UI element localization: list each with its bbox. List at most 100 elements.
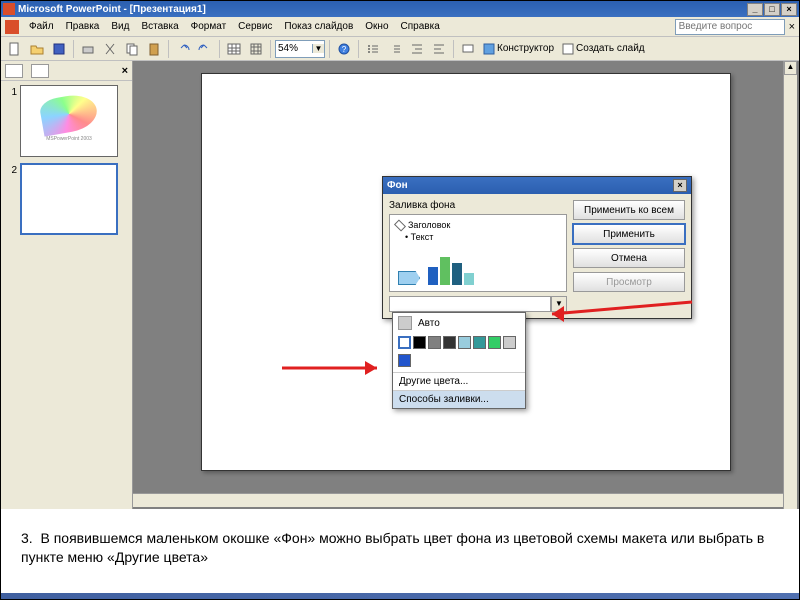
preview-title-row: Заголовок — [395, 220, 561, 230]
dialog-title-text: Фон — [387, 180, 408, 191]
menu-service[interactable]: Сервис — [232, 19, 278, 34]
dropdown-arrow-icon[interactable]: ▼ — [551, 296, 567, 312]
menu-help[interactable]: Справка — [395, 19, 446, 34]
color-swatch[interactable] — [413, 336, 426, 349]
fill-preview: Заголовок • Текст — [389, 214, 567, 292]
new-slide-button[interactable]: Создать слайд — [559, 43, 648, 55]
chart-icon — [428, 255, 474, 285]
background-dialog: Фон × Заливка фона Заголовок • Текст — [382, 176, 692, 319]
grid-icon[interactable] — [246, 39, 266, 59]
menu-view[interactable]: Вид — [105, 19, 135, 34]
minimize-button[interactable]: _ — [747, 3, 763, 16]
thumbnail-list: 1 MSPowerPoint 2003 2 — [1, 81, 132, 509]
dialog-titlebar[interactable]: Фон × — [383, 177, 691, 194]
color-swatch[interactable] — [428, 336, 441, 349]
color-swatch[interactable] — [443, 336, 456, 349]
menu-format[interactable]: Формат — [185, 19, 233, 34]
designer-button[interactable]: Конструктор — [480, 43, 557, 55]
color-swatch[interactable] — [503, 336, 516, 349]
annotation-arrow-2 — [282, 358, 392, 378]
slideshow-icon[interactable] — [458, 39, 478, 59]
menu-window[interactable]: Окно — [359, 19, 394, 34]
titlebar: Microsoft PowerPoint - [Презентация1] _ … — [1, 1, 799, 17]
vertical-scrollbar[interactable]: ▲ — [783, 61, 797, 509]
app-icon — [3, 3, 15, 15]
workspace: × 1 MSPowerPoint 2003 2 — [1, 61, 799, 509]
color-fan-icon — [38, 91, 99, 136]
preview-button[interactable]: Просмотр — [573, 272, 685, 292]
recent-colors — [393, 352, 525, 372]
arrow-shape-icon — [398, 271, 420, 285]
new-icon[interactable] — [5, 39, 25, 59]
menu-slideshow[interactable]: Показ слайдов — [278, 19, 359, 34]
print-icon[interactable] — [78, 39, 98, 59]
current-color-swatch — [389, 296, 551, 312]
preview-bullet: • Текст — [405, 232, 561, 242]
bullets-icon[interactable] — [363, 39, 383, 59]
fill-methods-item[interactable]: Способы заливки... — [393, 390, 525, 408]
color-swatch[interactable] — [398, 336, 411, 349]
more-colors-item[interactable]: Другие цвета... — [393, 372, 525, 390]
menu-file[interactable]: Файл — [23, 19, 60, 34]
color-swatch[interactable] — [473, 336, 486, 349]
thumbnail-panel: × 1 MSPowerPoint 2003 2 — [1, 61, 133, 509]
footer-stripe — [1, 593, 799, 599]
svg-text:?: ? — [342, 45, 347, 54]
color-swatch[interactable] — [398, 354, 411, 367]
menubar: Файл Правка Вид Вставка Формат Сервис По… — [1, 17, 799, 37]
help-icon[interactable]: ? — [334, 39, 354, 59]
help-search-input[interactable] — [675, 19, 785, 35]
auto-swatch-icon — [398, 316, 412, 330]
open-icon[interactable] — [27, 39, 47, 59]
thumb-caption: MSPowerPoint 2003 — [21, 136, 117, 142]
slide-canvas[interactable]: Фон × Заливка фона Заголовок • Текст — [201, 73, 731, 471]
panel-close-icon[interactable]: × — [122, 65, 128, 77]
restore-button[interactable]: □ — [764, 3, 780, 16]
undo-icon[interactable] — [173, 39, 193, 59]
slide-frame: Microsoft PowerPoint - [Презентация1] _ … — [0, 0, 800, 600]
paste-icon[interactable] — [144, 39, 164, 59]
redo-icon[interactable] — [195, 39, 215, 59]
cut-icon[interactable] — [100, 39, 120, 59]
apply-all-button[interactable]: Применить ко всем — [573, 200, 685, 220]
table-icon[interactable] — [224, 39, 244, 59]
slide-area: Фон × Заливка фона Заголовок • Текст — [133, 61, 799, 509]
toolbar: ▼ ? Конструктор Создать слайд — [1, 37, 799, 61]
indent-left-icon[interactable] — [407, 39, 427, 59]
menu-edit[interactable]: Правка — [60, 19, 106, 34]
auto-label: Авто — [418, 318, 440, 329]
color-swatch[interactable] — [488, 336, 501, 349]
tab-slides-icon[interactable] — [5, 64, 23, 78]
thumb-row-2[interactable]: 2 — [5, 163, 128, 235]
thumb-slide-1[interactable]: MSPowerPoint 2003 — [20, 85, 118, 157]
thumb-row-1[interactable]: 1 MSPowerPoint 2003 — [5, 85, 128, 157]
save-icon[interactable] — [49, 39, 69, 59]
cancel-button[interactable]: Отмена — [573, 248, 685, 268]
dialog-close-button[interactable]: × — [673, 179, 687, 192]
title-text: Microsoft PowerPoint - [Презентация1] — [18, 4, 206, 15]
doc-close-button[interactable]: × — [789, 21, 795, 33]
menu-insert[interactable]: Вставка — [135, 19, 184, 34]
section-label: Заливка фона — [389, 200, 567, 211]
zoom-input[interactable] — [276, 43, 312, 54]
apply-button[interactable]: Применить — [573, 224, 685, 244]
thumb-tabs: × — [1, 61, 132, 81]
copy-icon[interactable] — [122, 39, 142, 59]
tab-outline-icon[interactable] — [31, 64, 49, 78]
indent-right-icon[interactable] — [429, 39, 449, 59]
fill-color-dropdown[interactable]: ▼ — [389, 296, 567, 312]
horizontal-scrollbar[interactable] — [133, 493, 783, 507]
doc-icon — [5, 20, 19, 34]
color-popup: Авто Другие цвета. — [392, 312, 526, 409]
thumb-num: 2 — [5, 163, 17, 176]
zoom-dropdown-icon[interactable]: ▼ — [312, 44, 324, 53]
color-swatches — [393, 333, 525, 352]
zoom-combo[interactable]: ▼ — [275, 40, 325, 58]
thumb-slide-2[interactable] — [20, 163, 118, 235]
color-swatch[interactable] — [458, 336, 471, 349]
auto-color-row[interactable]: Авто — [393, 313, 525, 333]
numbering-icon[interactable] — [385, 39, 405, 59]
thumb-num: 1 — [5, 85, 17, 98]
scroll-up-icon[interactable]: ▲ — [784, 61, 797, 75]
close-button[interactable]: × — [781, 3, 797, 16]
